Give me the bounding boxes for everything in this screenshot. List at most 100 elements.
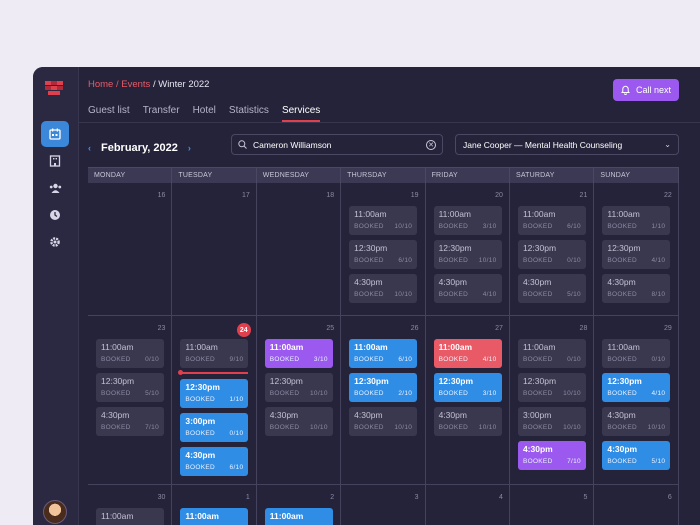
time-slot[interactable]: 11:00amBOOKED [96, 508, 164, 525]
time-slot[interactable]: 12:30pm BOOKED 10/10 [433, 240, 502, 269]
day-number: 21 [579, 192, 588, 199]
slot-status: BOOKED 4/10 [607, 257, 665, 264]
calendar-day[interactable]: 3 [341, 485, 426, 525]
call-next-button[interactable]: Call next [613, 79, 679, 101]
calendar-day[interactable]: 18 [257, 183, 342, 315]
booked-label: BOOKED [101, 424, 131, 431]
calendar-day[interactable]: 21 11:00am BOOKED 6/10 12:30pm BOOKED 0/10 4:30… [510, 183, 595, 315]
time-slot[interactable]: 12:30pm BOOKED 2/10 [349, 373, 418, 402]
time-slot[interactable]: 4:30pm BOOKED 7/10 [517, 441, 586, 470]
time-slot[interactable]: 4:30pm BOOKED 6/10 [180, 447, 249, 476]
time-slot[interactable]: 4:30pm BOOKED 5/10 [602, 441, 671, 470]
calendar-day[interactable]: 28 11:00am BOOKED 0/10 12:30pm BOOKED 10/10 3:0… [510, 316, 595, 484]
time-slot[interactable]: 4:30pm BOOKED 10/10 [602, 407, 671, 436]
time-slot[interactable]: 4:30pm BOOKED 10/10 [349, 274, 418, 303]
time-slot[interactable]: 12:30pm BOOKED 4/10 [602, 240, 671, 269]
calendar-day[interactable]: 26 11:00am BOOKED 6/10 12:30pm BOOKED 2/10 4:30… [341, 316, 426, 484]
time-slot[interactable]: 11:00am BOOKED 0/10 [602, 339, 671, 368]
time-slot[interactable]: 12:30pm BOOKED 1/10 [180, 379, 249, 408]
tab-bar: Guest list Transfer Hotel Statistics Ser… [88, 105, 321, 122]
calendar-day[interactable]: 23 11:00am BOOKED 0/10 12:30pm BOOKED 5/10 4:30… [88, 316, 173, 484]
breadcrumb-home[interactable]: Home [88, 79, 113, 90]
time-slot[interactable]: 4:30pm BOOKED 10/10 [433, 407, 502, 436]
booked-count: 3/10 [482, 390, 497, 397]
time-slot[interactable]: 12:30pm BOOKED 6/10 [349, 240, 418, 269]
day-number: 22 [663, 192, 672, 199]
slot-status: BOOKED 10/10 [439, 424, 497, 431]
time-slot[interactable]: 11:00am BOOKED 3/10 [433, 206, 502, 235]
day-number: 17 [241, 192, 250, 199]
time-slot[interactable]: 11:00am BOOKED 6/10 [517, 206, 586, 235]
booked-label: BOOKED [185, 396, 216, 403]
calendar-day[interactable]: 20 11:00am BOOKED 3/10 12:30pm BOOKED 10/10 4:3… [426, 183, 510, 315]
time-slot[interactable]: 11:00amBOOKED [264, 508, 333, 525]
calendar-day[interactable]: 25 11:00am BOOKED 3/10 12:30pm BOOKED 10/10 4:3… [257, 316, 342, 484]
users-icon[interactable] [41, 175, 69, 201]
next-month-button[interactable]: › [188, 143, 191, 153]
tab-guest-list[interactable]: Guest list [88, 105, 130, 122]
calendar-day[interactable]: 19 11:00am BOOKED 10/10 12:30pm BOOKED 6/10 4:3… [341, 183, 426, 315]
time-slot[interactable]: 11:00amBOOKED [180, 508, 249, 525]
calendar-day[interactable]: 24 11:00am BOOKED 9/10 12:30pm BOOKED 1/10 3:00… [172, 316, 257, 484]
clear-icon[interactable]: ✕ [426, 139, 436, 150]
time-slot[interactable]: 3:00pm BOOKED 10/10 [517, 407, 586, 436]
time-slot[interactable]: 11:00am BOOKED 9/10 [180, 339, 249, 368]
time-slot[interactable]: 12:30pm BOOKED 10/10 [517, 373, 586, 402]
breadcrumb-events[interactable]: Events [121, 79, 150, 90]
weekday-header: MONDAY TUESDAY WEDNESDAY THURSDAY FRIDAY… [88, 167, 679, 183]
hotel-icon[interactable] [41, 148, 69, 174]
calendar-day[interactable]: 17 [172, 183, 257, 315]
time-slot[interactable]: 4:30pm BOOKED 5/10 [517, 274, 586, 303]
prev-month-button[interactable]: ‹ [88, 143, 91, 153]
booked-label: BOOKED [607, 257, 637, 264]
booked-count: 5/10 [651, 458, 666, 465]
time-slot[interactable]: 4:30pm BOOKED 10/10 [349, 407, 418, 436]
calendar-day[interactable]: 2 11:00amBOOKED [257, 485, 342, 525]
time-slot[interactable]: 12:30pm BOOKED 10/10 [264, 373, 333, 402]
booked-label: BOOKED [438, 291, 469, 298]
time-slot[interactable]: 11:00am BOOKED 0/10 [96, 339, 164, 368]
booked-label: BOOKED [522, 424, 553, 431]
calendar-day[interactable]: 6 [594, 485, 679, 525]
calendar-day[interactable]: 5 [510, 485, 595, 525]
time-slot[interactable]: 12:30pm BOOKED 3/10 [433, 373, 502, 402]
tab-services[interactable]: Services [281, 105, 321, 122]
time-slot[interactable]: 4:30pm BOOKED 4/10 [433, 274, 502, 303]
time-slot[interactable]: 3:00pm BOOKED 0/10 [180, 413, 249, 442]
time-slot[interactable]: 11:00am BOOKED 1/10 [602, 206, 671, 235]
clock-icon[interactable] [41, 202, 69, 228]
slot-status: BOOKED 10/10 [270, 424, 328, 431]
calendar-day[interactable]: 4 [426, 485, 510, 525]
time-slot[interactable]: 11:00am BOOKED 0/10 [517, 339, 586, 368]
tab-statistics[interactable]: Statistics [229, 105, 269, 122]
day-number: 6 [667, 494, 672, 501]
time-slot[interactable]: 4:30pm BOOKED 8/10 [602, 274, 671, 303]
time-slot[interactable]: 12:30pm BOOKED 4/10 [602, 373, 671, 402]
calendar-day[interactable]: 22 11:00am BOOKED 1/10 12:30pm BOOKED 4/10 4:30… [594, 183, 679, 315]
time-slot[interactable]: 12:30pm BOOKED 5/10 [96, 373, 164, 402]
calendar-day[interactable]: 30 11:00amBOOKED [88, 485, 173, 525]
booked-label: BOOKED [269, 390, 300, 397]
time-slot[interactable]: 4:30pm BOOKED 7/10 [96, 407, 164, 436]
time-slot[interactable]: 11:00am BOOKED 4/10 [433, 339, 502, 368]
gear-icon[interactable] [41, 229, 69, 255]
calendar-day[interactable]: 1 11:00amBOOKED [172, 485, 257, 525]
slot-time: 11:00am [185, 342, 218, 352]
calendar-day[interactable]: 29 11:00am BOOKED 0/10 12:30pm BOOKED 4/10 4:30… [594, 316, 679, 484]
time-slot[interactable]: 11:00am BOOKED 3/10 [264, 339, 333, 368]
time-slot[interactable]: 11:00am BOOKED 10/10 [349, 206, 418, 235]
tab-hotel[interactable]: Hotel [193, 105, 216, 122]
tab-transfer[interactable]: Transfer [143, 105, 180, 122]
service-select[interactable]: Jane Cooper — Mental Health Counseling ⌄ [455, 134, 679, 155]
avatar[interactable] [43, 500, 67, 524]
time-slot[interactable]: 11:00am BOOKED 6/10 [349, 339, 418, 368]
slot-time: 12:30pm [438, 376, 474, 386]
calendar-icon[interactable] [41, 121, 69, 147]
calendar-day[interactable]: 16 [88, 183, 173, 315]
time-slot[interactable]: 12:30pm BOOKED 0/10 [517, 240, 586, 269]
calendar-week: 16 17 18 19 11:00am BOOKED 10/10 12:30pm BOOKED 6… [88, 183, 679, 316]
time-slot[interactable]: 4:30pm BOOKED 10/10 [264, 407, 333, 436]
calendar-day[interactable]: 27 11:00am BOOKED 4/10 12:30pm BOOKED 3/10 4:30… [426, 316, 510, 484]
search-input[interactable]: Cameron Williamson ✕ [231, 134, 443, 155]
booked-count: 10/10 [563, 390, 581, 397]
